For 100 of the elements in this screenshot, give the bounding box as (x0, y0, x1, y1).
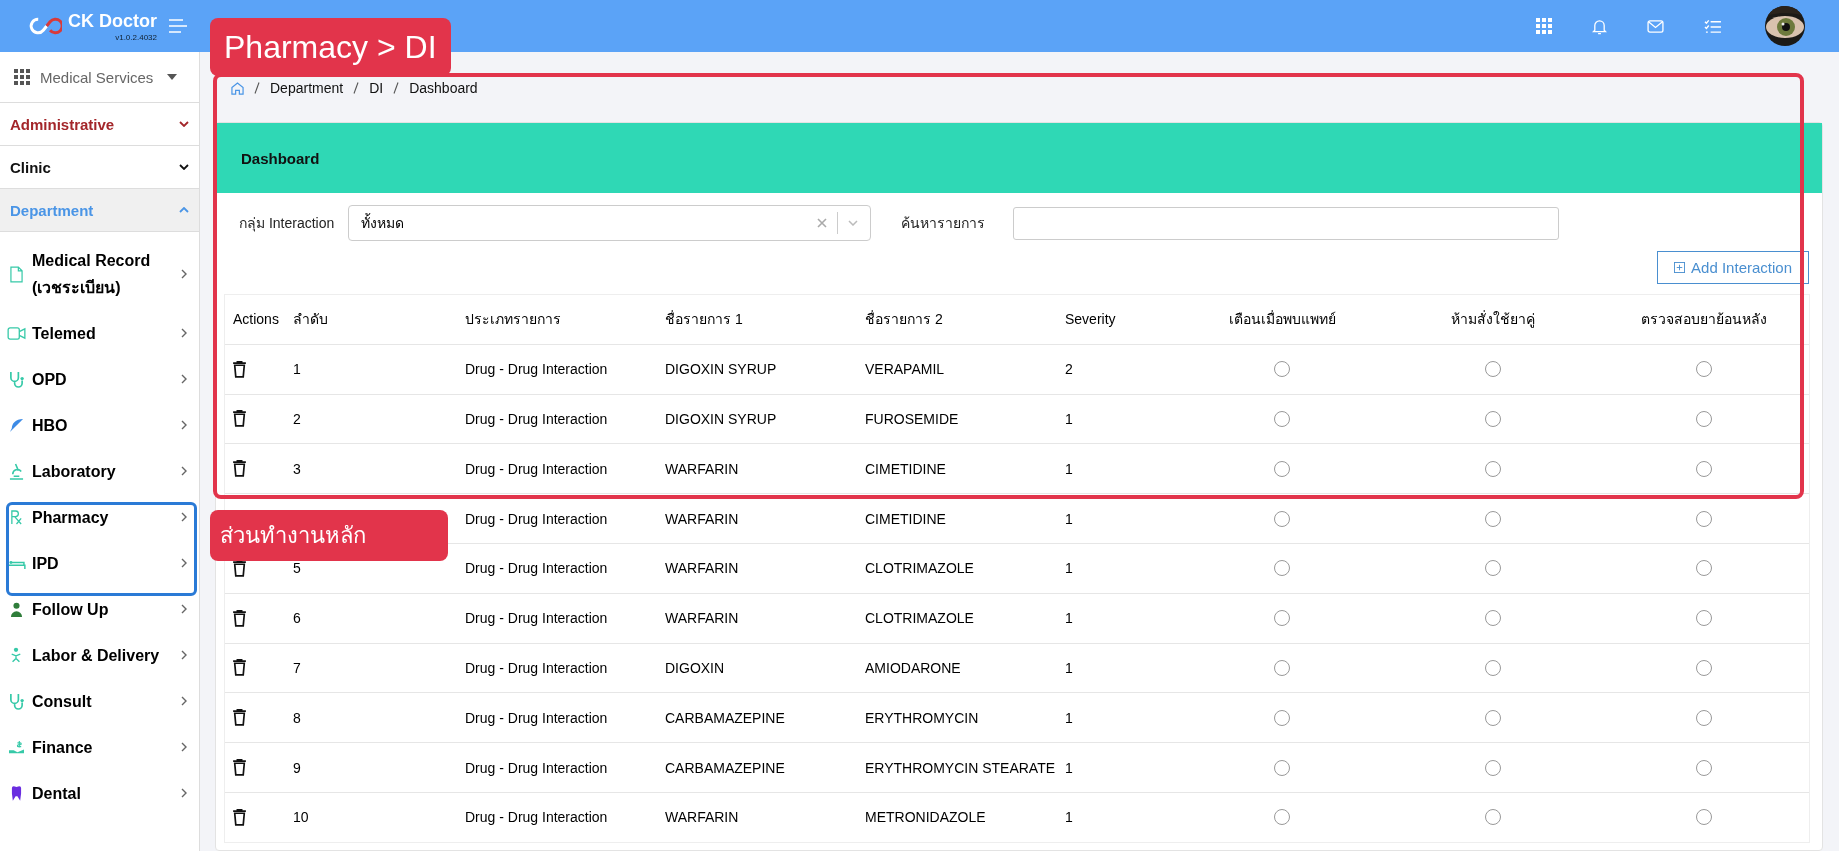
field-label: ค้นหารายการ (901, 214, 986, 233)
trash-icon[interactable] (233, 659, 246, 677)
menu-icon[interactable] (169, 19, 187, 33)
feather-icon (8, 417, 24, 433)
table-cell-text: 1 (1064, 560, 1074, 577)
sidebar-item[interactable]: HBO (0, 402, 199, 448)
table-cell-text: CLOTRIMAZOLE (864, 560, 975, 577)
table-cell-text: Drug - Drug Interaction (464, 709, 609, 726)
search-field[interactable] (1013, 206, 1560, 240)
section-header[interactable]: Administrative (0, 102, 199, 145)
column-header: ประเภทรายการ (464, 310, 562, 330)
trash-icon[interactable] (233, 808, 246, 826)
trash-icon[interactable] (233, 759, 246, 777)
sidebar-item[interactable]: Labor & Delivery (0, 632, 199, 678)
table-cell-text: Drug - Drug Interaction (464, 809, 609, 826)
chevron-right-icon (181, 696, 187, 706)
table-cell-text: WARFARIN (664, 560, 740, 577)
table-cell-text: 6 (292, 610, 302, 627)
clear-icon[interactable] (817, 218, 828, 228)
home-icon[interactable] (231, 81, 244, 95)
table-cell-text: 10 (292, 809, 310, 826)
app-name: CK Doctor (68, 10, 157, 31)
trash-icon[interactable] (233, 360, 246, 378)
chevron-right-icon (181, 269, 187, 279)
stethoscope-icon (8, 692, 24, 710)
breadcrumb-link[interactable]: DI (369, 80, 384, 96)
notification-bell-icon[interactable] (1592, 17, 1607, 35)
breadcrumb-separator-icon (393, 82, 400, 94)
table-cell-text: 1 (1064, 709, 1074, 726)
table-cell-text: FUROSEMIDE (864, 411, 960, 427)
add-interaction-button[interactable]: Add Interaction (1657, 251, 1809, 284)
table-cell-text: VERAPAMIL (864, 361, 946, 378)
column-header: Severity (1064, 311, 1117, 328)
chevron-right-icon (181, 650, 187, 660)
table-cell-text: 8 (292, 709, 302, 726)
chevron-right-icon (181, 466, 187, 476)
table-cell-text: CIMETIDINE (864, 460, 947, 477)
table-cell-text: METRONIDAZOLE (864, 809, 987, 826)
tooth-icon (10, 784, 22, 802)
chevron-down-icon[interactable] (848, 220, 859, 226)
card-title: Dashboard (241, 149, 320, 167)
trash-icon[interactable] (233, 460, 246, 478)
column-header: ห้ามสั่งใช้ยาคู่ (1450, 309, 1536, 330)
column-header: Actions (232, 311, 280, 328)
table-cell-text: 5 (292, 560, 302, 577)
table-cell-text: DIGOXIN SYRUP (664, 411, 778, 427)
trash-icon[interactable] (233, 609, 246, 627)
table-cell-text: 9 (292, 759, 302, 776)
microscope-icon (8, 462, 24, 480)
sidebar-item[interactable]: Finance (0, 724, 199, 770)
table-cell-text: WARFARIN (664, 610, 740, 627)
table-cell-text: 7 (292, 659, 302, 676)
breadcrumb-link[interactable]: Department (270, 80, 344, 96)
sidebar-item[interactable]: Pharmacy (0, 494, 199, 540)
chevron-right-icon (181, 604, 187, 614)
logo-icon (28, 16, 62, 36)
table-cell-text: Drug - Drug Interaction (464, 510, 609, 527)
table-cell-text: 2 (1064, 361, 1074, 378)
chevron-right-icon (181, 742, 187, 752)
chevron-icon (179, 207, 189, 213)
column-header: ชื่อรายการ 2 (864, 309, 944, 330)
trash-icon[interactable] (233, 410, 246, 428)
person-icon (9, 601, 23, 617)
services-dropdown[interactable]: Medical Services (40, 68, 154, 86)
sidebar-item[interactable]: Dental (0, 770, 199, 816)
sidebar-item[interactable]: OPD (0, 356, 199, 402)
table-cell-text: Drug - Drug Interaction (464, 659, 609, 676)
chevron-right-icon (181, 374, 187, 384)
table-cell-text: 1 (1064, 809, 1074, 826)
baby-icon (10, 647, 22, 663)
group-select[interactable]: ทั้งหมด (348, 205, 872, 241)
table-cell-text: Drug - Drug Interaction (464, 610, 609, 627)
sidebar-item[interactable]: Consult (0, 678, 199, 724)
table-cell-text: WARFARIN (664, 510, 740, 527)
mail-icon[interactable] (1647, 19, 1664, 33)
table-cell-text: CARBAMAZEPINE (664, 709, 786, 726)
sidebar-item[interactable]: Telemed (0, 310, 199, 356)
trash-icon[interactable] (233, 709, 246, 727)
trash-icon[interactable] (233, 559, 246, 577)
column-header: ตรวจสอบยาย้อนหลัง (1639, 310, 1768, 330)
chevron-right-icon (181, 558, 187, 568)
plus-square-icon (1674, 262, 1686, 273)
table-cell-text: DIGOXIN (664, 659, 726, 676)
breadcrumb-separator-icon (353, 82, 360, 94)
task-list-icon[interactable] (1704, 18, 1721, 34)
hand-coin-icon (7, 739, 25, 755)
stethoscope-icon (8, 370, 24, 388)
table-cell-text: CLOTRIMAZOLE (864, 610, 975, 627)
table-cell-text: WARFARIN (664, 460, 740, 477)
annotation-label: ส่วนทำงานหลัก (210, 510, 448, 561)
breadcrumb-link[interactable]: Dashboard (409, 80, 478, 96)
table-cell-text: ERYTHROMYCIN (864, 709, 980, 726)
table-cell-text: Drug - Drug Interaction (464, 411, 609, 427)
sidebar-item[interactable]: Medical Record (เวชระเบียน) (0, 238, 199, 310)
table-cell-text: 1 (1064, 659, 1074, 676)
field-label: กลุ่ม Interaction (239, 214, 335, 234)
sidebar-item[interactable]: Follow Up (0, 586, 199, 632)
sidebar-item[interactable]: Laboratory (0, 448, 199, 494)
apps-grid-icon[interactable] (14, 69, 30, 85)
sidebar-item[interactable]: IPD (0, 540, 199, 586)
